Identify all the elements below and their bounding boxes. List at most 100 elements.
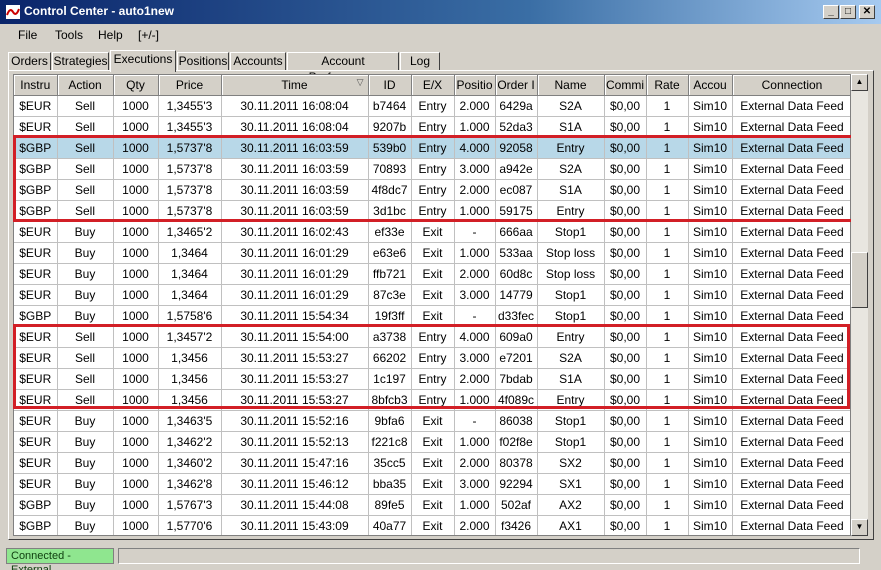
scroll-thumb[interactable] (851, 252, 868, 308)
table-cell: 1,3464 (158, 284, 222, 306)
table-cell: 1,3455'3 (158, 116, 222, 138)
tab-strategies[interactable]: Strategies (52, 52, 109, 71)
table-cell: Sim10 (688, 473, 733, 495)
table-cell: Exit (411, 431, 455, 453)
tab-orders[interactable]: Orders (8, 52, 51, 71)
menu-tools[interactable]: Tools (55, 28, 83, 42)
table-row[interactable]: $EUR Sell 1000 1,3455'3 30.11.2011 16:08:04 9… (14, 116, 850, 138)
close-button[interactable]: ✕ (859, 5, 875, 19)
table-row[interactable]: $EUR Sell 1000 1,3455'3 30.11.2011 16:08:04 b… (14, 95, 850, 117)
table-cell: 1,3456 (158, 389, 222, 411)
menu-file[interactable]: File (18, 28, 37, 42)
table-cell: $GBP (14, 158, 58, 180)
table-row[interactable]: $GBP Buy 1000 1,5767'3 30.11.2011 15:44:08 89… (14, 494, 850, 516)
table-cell: 86038 (495, 410, 538, 432)
table-cell: 1 (646, 515, 689, 535)
table-cell: $0,00 (604, 452, 647, 474)
table-cell: Exit (411, 452, 455, 474)
table-row[interactable]: $EUR Buy 1000 1,3464 30.11.2011 16:01:29 87c3… (14, 284, 850, 306)
table-cell: - (454, 305, 496, 327)
tab-log[interactable]: Log (400, 52, 440, 71)
table-row[interactable]: $EUR Buy 1000 1,3460'2 30.11.2011 15:47:16 35… (14, 452, 850, 474)
table-cell: 1,3465'2 (158, 221, 222, 243)
table-cell: 89fe5 (368, 494, 412, 516)
scroll-down-arrow-icon[interactable]: ▼ (851, 519, 868, 536)
table-row[interactable]: $EUR Buy 1000 1,3465'2 30.11.2011 16:02:43 ef… (14, 221, 850, 243)
table-row[interactable]: $GBP Sell 1000 1,5737'8 30.11.2011 16:03:59 4… (14, 179, 850, 201)
table-cell: 1.000 (454, 200, 496, 222)
tab-executions[interactable]: Executions (110, 50, 176, 72)
table-cell: Sell (57, 179, 114, 201)
column-header[interactable]: Accou (688, 75, 733, 96)
table-cell: External Data Feed (732, 305, 850, 327)
table-row[interactable]: $GBP Sell 1000 1,5737'8 30.11.2011 16:03:59 3… (14, 200, 850, 222)
table-row[interactable]: $EUR Sell 1000 1,3457'2 30.11.2011 15:54:00 a… (14, 326, 850, 348)
tab-accounts[interactable]: Accounts (230, 52, 286, 71)
table-row[interactable]: $EUR Sell 1000 1,3456 30.11.2011 15:53:27 1c1… (14, 368, 850, 390)
table-row[interactable]: $GBP Buy 1000 1,5758'6 30.11.2011 15:54:34 19… (14, 305, 850, 327)
table-row[interactable]: $EUR Sell 1000 1,3456 30.11.2011 15:53:27 8bf… (14, 389, 850, 411)
column-header[interactable]: Positio (454, 75, 496, 96)
column-header[interactable]: Name (537, 75, 605, 96)
table-cell: Sim10 (688, 305, 733, 327)
table-cell: External Data Feed (732, 515, 850, 535)
table-row[interactable]: $EUR Buy 1000 1,3462'2 30.11.2011 15:52:13 f2… (14, 431, 850, 453)
table-cell: Buy (57, 431, 114, 453)
column-header[interactable]: Qty (113, 75, 159, 96)
table-cell: 6429a (495, 95, 538, 117)
table-cell: External Data Feed (732, 494, 850, 516)
table-row[interactable]: $GBP Buy 1000 1,5770'6 30.11.2011 15:43:09 40… (14, 515, 850, 535)
table-cell: 92294 (495, 473, 538, 495)
table-cell: $GBP (14, 515, 58, 535)
column-header[interactable]: ID (368, 75, 412, 96)
table-cell: Sell (57, 116, 114, 138)
table-cell: Sell (57, 326, 114, 348)
menu-help[interactable]: Help (98, 28, 123, 42)
table-cell: $0,00 (604, 368, 647, 390)
table-cell: 30.11.2011 16:03:59 (221, 158, 369, 180)
table-cell: Sim10 (688, 515, 733, 535)
table-cell: 1,3462'2 (158, 431, 222, 453)
table-cell: 1c197 (368, 368, 412, 390)
executions-grid[interactable]: Instru Action Qty Price Time ▽ ID E/X Positio Ord… (13, 74, 851, 536)
table-cell: 30.11.2011 16:01:29 (221, 284, 369, 306)
column-header[interactable]: Time ▽ (221, 75, 369, 96)
tab-positions[interactable]: Positions (177, 52, 229, 71)
table-cell: Entry (411, 116, 455, 138)
tab-account-performance[interactable]: Account Performance (287, 52, 399, 84)
table-cell: 1,5767'3 (158, 494, 222, 516)
table-cell: 1000 (113, 137, 159, 159)
maximize-button[interactable]: □ (840, 5, 856, 19)
column-header[interactable]: Rate (646, 75, 689, 96)
table-cell: 30.11.2011 16:01:29 (221, 263, 369, 285)
table-cell: ef33e (368, 221, 412, 243)
table-cell: $0,00 (604, 326, 647, 348)
table-cell: Entry (411, 158, 455, 180)
table-cell: 1,3455'3 (158, 95, 222, 117)
table-row[interactable]: $EUR Buy 1000 1,3463'5 30.11.2011 15:52:16 9b… (14, 410, 850, 432)
table-row[interactable]: $GBP Sell 1000 1,5737'8 30.11.2011 16:03:59 5… (14, 137, 850, 159)
table-cell: 30.11.2011 16:01:29 (221, 242, 369, 264)
table-row[interactable]: $EUR Buy 1000 1,3464 30.11.2011 16:01:29 ffb7… (14, 263, 850, 285)
table-cell: 30.11.2011 15:53:27 (221, 347, 369, 369)
column-header[interactable]: Commi (604, 75, 647, 96)
scroll-up-arrow-icon[interactable]: ▲ (851, 74, 868, 91)
column-header[interactable]: Price (158, 75, 222, 96)
vertical-scrollbar[interactable]: ▲ ▼ (851, 74, 868, 536)
table-row[interactable]: $EUR Buy 1000 1,3464 30.11.2011 16:01:29 e63e… (14, 242, 850, 264)
table-row[interactable]: $EUR Buy 1000 1,3462'8 30.11.2011 15:46:12 bb… (14, 473, 850, 495)
column-header[interactable]: Instru (14, 75, 58, 96)
table-row[interactable]: $GBP Sell 1000 1,5737'8 30.11.2011 16:03:59 7… (14, 158, 850, 180)
table-cell: External Data Feed (732, 242, 850, 264)
column-header[interactable]: Connection (732, 75, 850, 96)
table-row[interactable]: $EUR Sell 1000 1,3456 30.11.2011 15:53:27 662… (14, 347, 850, 369)
table-cell: Buy (57, 284, 114, 306)
column-header[interactable]: E/X (411, 75, 455, 96)
column-header[interactable]: Order I (495, 75, 538, 96)
menu-toggle[interactable]: [+/-] (138, 28, 159, 42)
minimize-button[interactable]: _ (823, 5, 839, 19)
column-header[interactable]: Action (57, 75, 114, 96)
table-cell: Exit (411, 221, 455, 243)
table-cell: 1000 (113, 158, 159, 180)
table-cell: Stop1 (537, 284, 605, 306)
